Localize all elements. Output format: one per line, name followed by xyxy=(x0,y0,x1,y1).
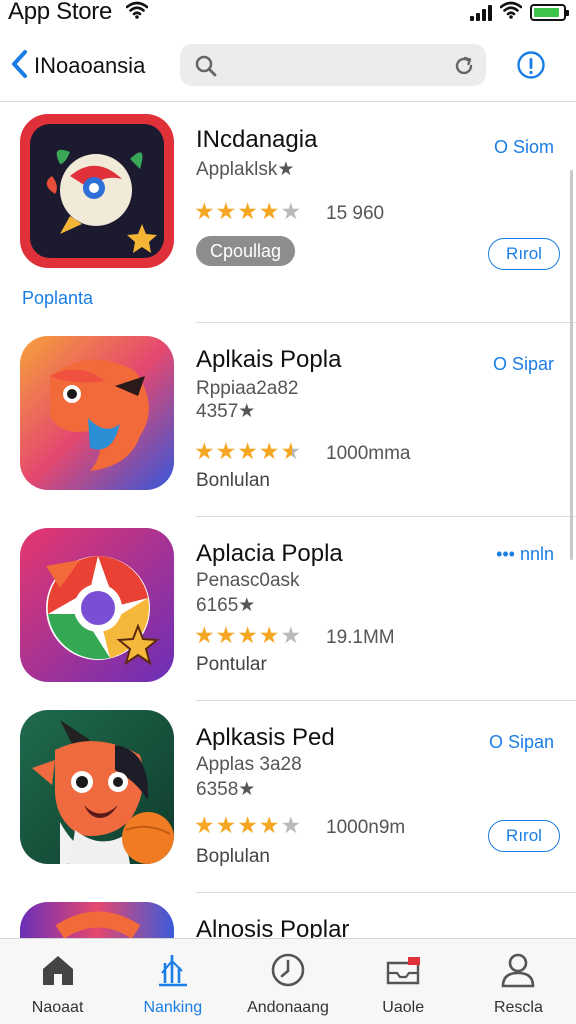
open-button[interactable]: Rırol xyxy=(488,820,560,852)
star-icon: ★ xyxy=(280,812,302,838)
tab-updates[interactable]: Andonaang xyxy=(230,939,345,1024)
app-row[interactable]: Aplkasis Ped Applas 3a28 6358★ ★ ★ ★ ★ ★ 100… xyxy=(0,702,576,894)
app-name[interactable]: INcdanagia xyxy=(196,126,317,154)
app-row[interactable]: INcdanagia Applaklsk★ ★ ★ ★ ★ ★ 15 960 Cpoul… xyxy=(0,104,576,324)
app-subtitle: Penasc0ask xyxy=(196,570,300,591)
row-divider xyxy=(196,516,576,517)
get-link[interactable]: O Sipan xyxy=(489,732,554,753)
info-icon[interactable] xyxy=(516,50,546,85)
star-icon: ★ xyxy=(215,438,237,464)
app-subtitle-2: 6165★ xyxy=(196,595,256,616)
app-name[interactable]: Alnosis Poplar xyxy=(196,916,349,938)
app-row[interactable]: Alnosis Poplar xyxy=(0,894,576,938)
wifi-icon xyxy=(125,1,149,24)
tab-label: Naoaat xyxy=(31,999,84,1016)
tab-label: Andonaang xyxy=(247,999,329,1016)
star-icon: ★ xyxy=(258,812,280,838)
battery-icon xyxy=(530,4,569,21)
star-icon: ★ xyxy=(215,622,237,648)
star-icon: ★ xyxy=(258,198,280,224)
row-divider xyxy=(196,892,576,893)
star-icon: ★ xyxy=(237,438,258,464)
app-subtitle-2: 4357★ xyxy=(196,401,256,422)
rating-stars: ★ ★ ★ ★ ★ xyxy=(194,440,301,463)
app-subtitle-2: 6358★ xyxy=(196,779,256,800)
category-label: Pontular xyxy=(196,654,267,675)
rating-count: 19.1MM xyxy=(326,627,395,648)
star-icon: ★ xyxy=(280,198,302,224)
row-divider xyxy=(196,700,576,701)
search-icon xyxy=(194,54,218,83)
star-icon: ★ xyxy=(215,812,237,838)
search-input[interactable] xyxy=(180,44,486,86)
app-subtitle: Applaklsk★ xyxy=(196,159,295,180)
star-icon: ★ xyxy=(280,438,302,464)
chevron-left-icon xyxy=(10,49,28,84)
scrollbar[interactable] xyxy=(570,170,573,560)
tab-inbox[interactable]: Uaole xyxy=(346,939,461,1024)
rating-stars: ★ ★ ★ ★ ★ xyxy=(194,200,301,223)
star-icon: ★ xyxy=(258,622,280,648)
star-icon: ★ xyxy=(194,198,215,224)
rating-stars: ★ ★ ★ ★ ★ xyxy=(194,624,301,647)
category-label: Bonlulan xyxy=(196,470,270,491)
status-badge: Cpoullag xyxy=(196,236,296,266)
rating-count: 1000mma xyxy=(326,443,411,464)
star-icon: ★ xyxy=(280,622,302,648)
category-label: Boplulan xyxy=(196,846,270,867)
app-name[interactable]: Aplacia Popla xyxy=(196,540,343,568)
status-title: App Store xyxy=(8,0,113,25)
open-button[interactable]: Rırol xyxy=(488,238,560,270)
signal-icon xyxy=(470,4,492,21)
person-icon xyxy=(499,951,537,994)
status-bar: App Store xyxy=(0,0,576,26)
tab-label: Rescla xyxy=(493,999,543,1016)
app-icon-5[interactable] xyxy=(20,902,174,938)
star-icon: ★ xyxy=(237,198,258,224)
section-link[interactable]: Poplanta xyxy=(22,288,93,309)
app-row[interactable]: Aplacia Popla Penasc0ask 6165★ ★ ★ ★ ★ ★ 19.… xyxy=(0,518,576,702)
star-icon: ★ xyxy=(237,622,258,648)
home-icon xyxy=(39,951,77,994)
app-name[interactable]: Aplkais Popla xyxy=(196,346,341,374)
nav-bar: INoaoansia xyxy=(0,36,576,102)
reload-icon[interactable] xyxy=(452,54,476,83)
app-icon-1[interactable] xyxy=(20,114,174,268)
app-icon-3[interactable] xyxy=(20,528,174,682)
tab-home[interactable]: Naoaat xyxy=(0,939,115,1024)
star-icon: ★ xyxy=(194,812,215,838)
get-link[interactable]: O Siom xyxy=(494,137,554,158)
rating-stars: ★ ★ ★ ★ ★ xyxy=(194,814,301,837)
rating-count: 1000n9m xyxy=(326,817,406,838)
clock-icon xyxy=(269,951,307,994)
app-row[interactable]: Aplkais Popla Rppiaa2a82 4357★ ★ ★ ★ ★ ★ 100… xyxy=(0,324,576,518)
rating-count: 15 960 xyxy=(326,203,385,224)
app-icon-4[interactable] xyxy=(20,710,174,864)
battery-level xyxy=(534,8,560,17)
tab-profile[interactable]: Rescla xyxy=(461,939,576,1024)
tab-bar: Naoaat Nanking Andonaang Uaole Rescla xyxy=(0,938,576,1024)
tab-ranking[interactable]: Nanking xyxy=(115,939,230,1024)
get-link[interactable]: ••• nnln xyxy=(496,544,554,565)
star-icon: ★ xyxy=(258,438,280,464)
get-link[interactable]: O Sipar xyxy=(493,354,554,375)
app-subtitle: Rppiaa2a82 xyxy=(196,378,299,399)
inbox-icon xyxy=(384,951,422,994)
app-icon-2[interactable] xyxy=(20,336,174,490)
chart-icon xyxy=(154,951,192,994)
wifi-icon xyxy=(499,1,523,24)
star-icon: ★ xyxy=(237,812,258,838)
status-indicators xyxy=(470,1,569,24)
star-icon: ★ xyxy=(194,438,215,464)
row-divider xyxy=(196,322,576,323)
app-subtitle: Applas 3a28 xyxy=(196,754,302,775)
star-icon: ★ xyxy=(215,198,237,224)
back-label: INoaoansia xyxy=(34,53,146,78)
star-icon: ★ xyxy=(194,622,215,648)
tab-label: Nanking xyxy=(143,999,203,1016)
app-name[interactable]: Aplkasis Ped xyxy=(196,724,335,752)
tab-label: Uaole xyxy=(382,999,425,1016)
back-button[interactable]: INoaoansia xyxy=(10,49,146,84)
